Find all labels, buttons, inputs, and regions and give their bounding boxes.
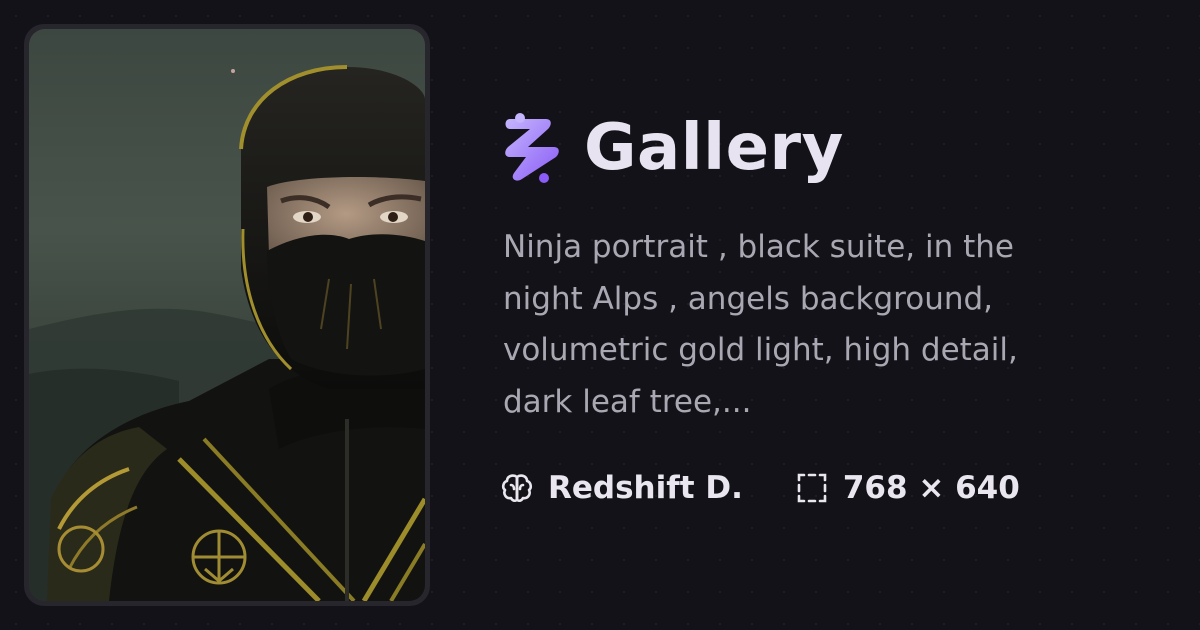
model-info: Redshift D. <box>500 470 743 506</box>
prompt-line: volumetric gold light, high detail, <box>503 332 1018 368</box>
model-name: Redshift D. <box>548 470 743 506</box>
page-title: Gallery <box>584 111 844 185</box>
image-meta: Redshift D. 768 × 640 <box>500 466 1020 510</box>
prompt-line: night Alps , angels background, <box>503 280 994 317</box>
size-info: 768 × 640 <box>795 470 1020 506</box>
dimensions-frame-icon <box>797 473 827 503</box>
prompt-text: Ninja portrait , black suite, in the nig… <box>503 222 1103 428</box>
gallery-header: Gallery <box>500 112 844 184</box>
brain-icon <box>501 474 533 503</box>
puzzle-bolt-logo-icon <box>505 113 559 183</box>
image-card[interactable] <box>24 24 430 606</box>
ninja-portrait-image <box>29 29 425 601</box>
prompt-line: dark leaf tree,... <box>503 383 752 420</box>
image-dimensions: 768 × 640 <box>842 470 1020 506</box>
prompt-line: Ninja portrait , black suite, in the <box>503 229 1015 265</box>
